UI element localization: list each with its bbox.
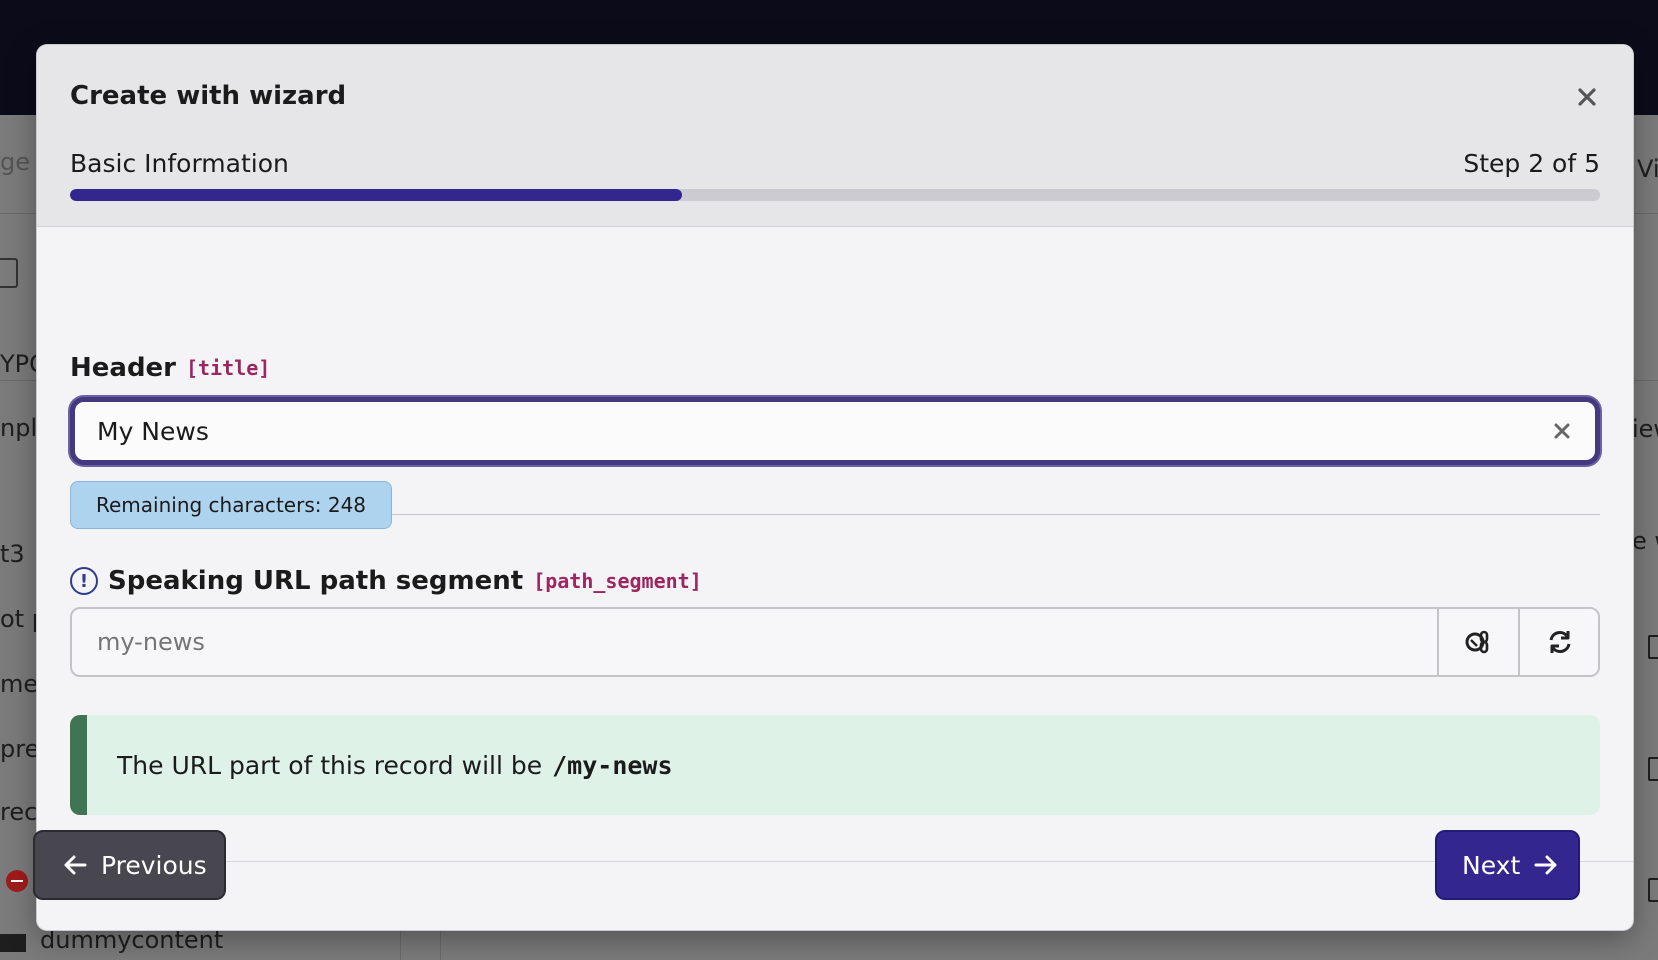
- title-field-key: [title]: [186, 356, 271, 380]
- info-icon: !: [70, 567, 98, 595]
- background-trash-icon: [1648, 635, 1658, 659]
- title-label-text: Header: [70, 353, 177, 383]
- background-error-icon: [6, 870, 28, 892]
- background-text: me: [0, 670, 39, 698]
- arrow-left-icon: [64, 855, 87, 875]
- previous-button[interactable]: Previous: [33, 830, 226, 900]
- background-text: t3: [0, 540, 25, 568]
- modal-footer: [37, 861, 1633, 930]
- next-button[interactable]: Next: [1435, 830, 1580, 900]
- previous-button-label: Previous: [101, 850, 207, 880]
- background-text: Vi: [1637, 155, 1658, 183]
- slug-field-key: [path_segment]: [533, 569, 702, 593]
- step-counter: Step 2 of 5: [1463, 149, 1600, 178]
- slug-input[interactable]: [72, 609, 1422, 675]
- background-trash-icon: [1648, 757, 1658, 781]
- background-document-icon: [0, 258, 18, 288]
- background-text: rec: [0, 798, 38, 826]
- background-text: pre: [0, 735, 40, 763]
- title-input-wrapper: [70, 397, 1600, 465]
- title-field-label: Header [title]: [70, 353, 270, 383]
- progress-bar-fill: [70, 189, 682, 201]
- remaining-characters-badge: Remaining characters: 248: [70, 481, 393, 529]
- background-folder-icon: [0, 934, 26, 952]
- clear-icon: [1554, 423, 1570, 439]
- url-preview-path: /my-news: [552, 750, 673, 780]
- url-preview-text: The URL part of this record will be: [117, 750, 543, 780]
- link-toggle-icon: [1465, 630, 1488, 654]
- background-text: iew: [1632, 415, 1658, 443]
- step-label: Basic Information: [70, 149, 289, 178]
- clear-title-button[interactable]: [1547, 416, 1577, 446]
- background-trash-icon: [1648, 878, 1658, 902]
- modal-header: Create with wizard Basic Information Ste…: [37, 45, 1633, 227]
- slug-input-group: [70, 607, 1600, 677]
- close-icon: [1578, 88, 1596, 106]
- url-preview-callout: The URL part of this record will be /my-…: [70, 715, 1600, 815]
- toggle-slug-edit-button[interactable]: [1437, 609, 1518, 675]
- background-text: e w: [1632, 527, 1658, 555]
- next-button-label: Next: [1462, 850, 1521, 880]
- wizard-modal: Create with wizard Basic Information Ste…: [37, 45, 1633, 930]
- slug-field-label: ! Speaking URL path segment [path_segmen…: [70, 566, 702, 596]
- background-folder-name: dummycontent: [40, 926, 224, 954]
- title-input[interactable]: [95, 402, 1535, 460]
- progress-bar: [70, 189, 1600, 201]
- close-button[interactable]: [1571, 81, 1603, 113]
- slug-label-text: Speaking URL path segment: [108, 566, 524, 596]
- recalculate-slug-button[interactable]: [1518, 609, 1598, 675]
- refresh-icon: [1549, 631, 1570, 653]
- arrow-right-icon: [1534, 855, 1557, 875]
- modal-title: Create with wizard: [70, 81, 347, 111]
